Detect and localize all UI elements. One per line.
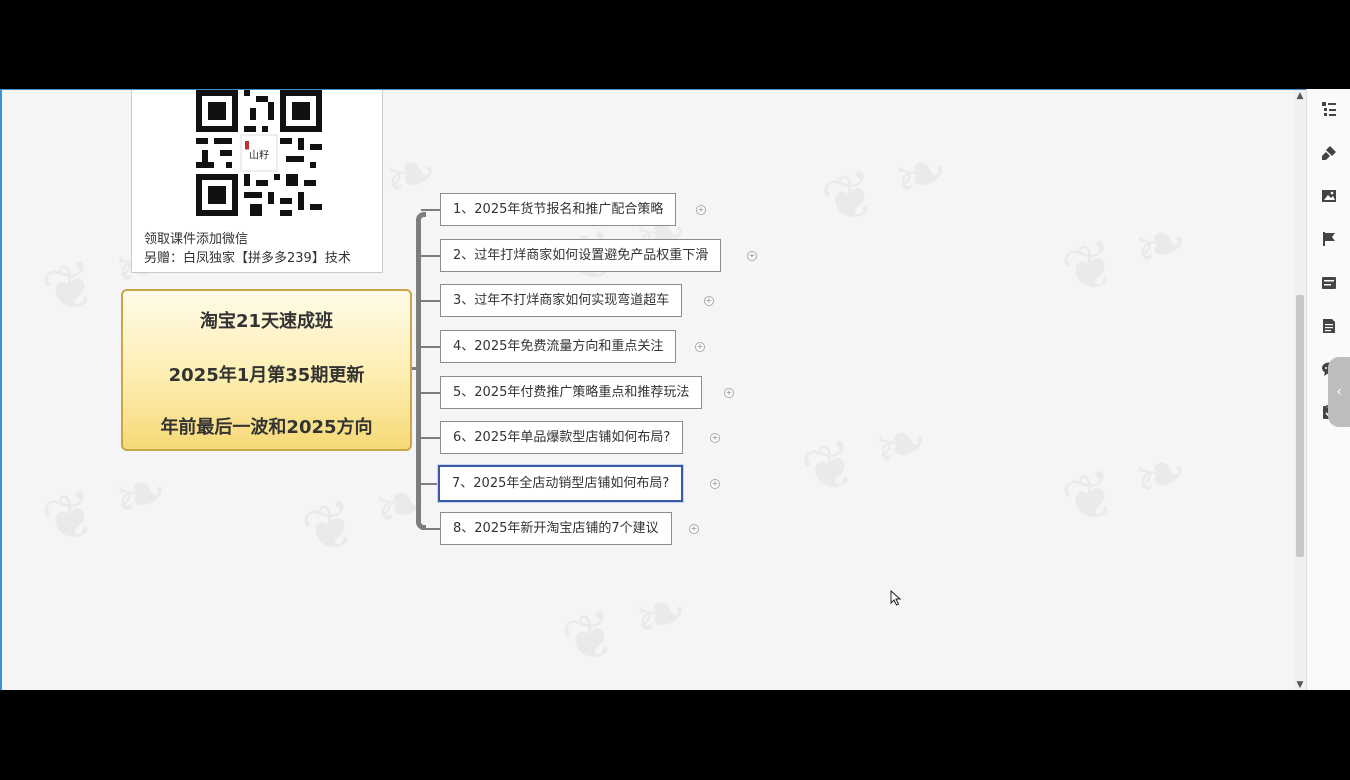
subtopic-6[interactable]: 6、2025年单品爆款型店铺如何布局? bbox=[440, 421, 684, 454]
letterbox-top bbox=[0, 0, 1350, 89]
watermark: ❦ ❧ bbox=[554, 572, 698, 682]
watermark: ❦ ❧ bbox=[1054, 432, 1198, 542]
branch-line bbox=[421, 346, 440, 348]
mouse-cursor-icon bbox=[890, 590, 902, 606]
branch-line bbox=[421, 392, 440, 394]
watermark: ❦ ❧ bbox=[1054, 202, 1198, 312]
chevron-left-icon: ‹ bbox=[1336, 384, 1342, 400]
vertical-scrollbar[interactable]: ▲ ▼ bbox=[1294, 90, 1306, 690]
format-brush-icon[interactable] bbox=[1321, 145, 1337, 161]
branch-line bbox=[421, 300, 440, 302]
notes-icon[interactable] bbox=[1321, 318, 1337, 334]
letterbox-bottom bbox=[0, 690, 1350, 780]
expand-icon[interactable]: + bbox=[695, 342, 705, 352]
scrollbar-thumb[interactable] bbox=[1296, 295, 1304, 557]
watermark: ❦ ❧ bbox=[794, 402, 938, 512]
qr-caption-line-2: 另赠：白凤独家【拼多多239】技术 bbox=[144, 251, 351, 266]
central-topic-line-3: 年前最后一波和2025方向 bbox=[160, 417, 373, 438]
screen: ❦ ❧ ❦ ❧ ❦ ❧ ❦ ❧ ❦ ❧ ❦ ❧ ❦ ❧ ❦ ❧ ❦ ❧ ❦ ❧ bbox=[0, 0, 1350, 780]
qr-caption-line-1: 领取课件添加微信 bbox=[144, 232, 249, 247]
outline-icon[interactable] bbox=[1321, 101, 1337, 117]
expand-icon[interactable]: + bbox=[747, 251, 757, 261]
subtopic-4[interactable]: 4、2025年免费流量方向和重点关注 bbox=[440, 330, 677, 363]
subtopic-8[interactable]: 8、2025年新开淘宝店铺的7个建议 bbox=[440, 512, 672, 545]
central-topic[interactable]: 淘宝21天速成班 2025年1月第35期更新 年前最后一波和2025方向 bbox=[121, 289, 412, 451]
subtopic-7-selected[interactable]: 7、2025年全店动销型店铺如何布局? bbox=[438, 465, 684, 502]
watermark: ❦ ❧ bbox=[34, 452, 178, 562]
qr-code-image: 山籽 bbox=[196, 90, 322, 216]
label-icon[interactable] bbox=[1321, 275, 1337, 291]
scroll-down-icon[interactable]: ▼ bbox=[1294, 679, 1306, 690]
expand-icon[interactable]: + bbox=[710, 479, 720, 489]
subtopic-3[interactable]: 3、过年不打烊商家如何实现弯道超车 bbox=[440, 284, 683, 317]
flag-icon[interactable] bbox=[1321, 231, 1337, 247]
branch-line bbox=[421, 209, 440, 211]
watermark: ❦ ❧ bbox=[814, 132, 958, 242]
branch-line bbox=[421, 528, 440, 530]
mindmap-canvas[interactable]: ❦ ❧ ❦ ❧ ❦ ❧ ❦ ❧ ❦ ❧ ❦ ❧ ❦ ❧ ❦ ❧ ❦ ❧ ❦ ❧ bbox=[0, 89, 1306, 690]
qr-code-card[interactable]: 山籽 领取课件添加微信 另赠：白凤独家【拼多多239】技术 bbox=[131, 90, 383, 273]
scroll-up-icon[interactable]: ▲ bbox=[1294, 90, 1306, 102]
expand-icon[interactable]: + bbox=[689, 524, 699, 534]
central-topic-line-2: 2025年1月第35期更新 bbox=[168, 365, 365, 386]
subtopic-2[interactable]: 2、过年打烊商家如何设置避免产品权重下滑 bbox=[440, 239, 722, 272]
expand-icon[interactable]: + bbox=[710, 433, 720, 443]
subtopic-5[interactable]: 5、2025年付费推广策略重点和推荐玩法 bbox=[440, 376, 703, 409]
subtopic-1[interactable]: 1、2025年货节报名和推广配合策略 bbox=[440, 193, 677, 226]
panel-collapse-toggle[interactable]: ‹ bbox=[1328, 357, 1350, 427]
qr-logo-text: 山籽 bbox=[249, 149, 269, 161]
central-topic-line-1: 淘宝21天速成班 bbox=[199, 311, 334, 332]
branch-line bbox=[421, 437, 440, 439]
expand-icon[interactable]: + bbox=[704, 296, 714, 306]
image-icon[interactable] bbox=[1321, 188, 1337, 204]
branch-line bbox=[421, 255, 440, 257]
expand-icon[interactable]: + bbox=[696, 205, 706, 215]
expand-icon[interactable]: + bbox=[724, 388, 734, 398]
